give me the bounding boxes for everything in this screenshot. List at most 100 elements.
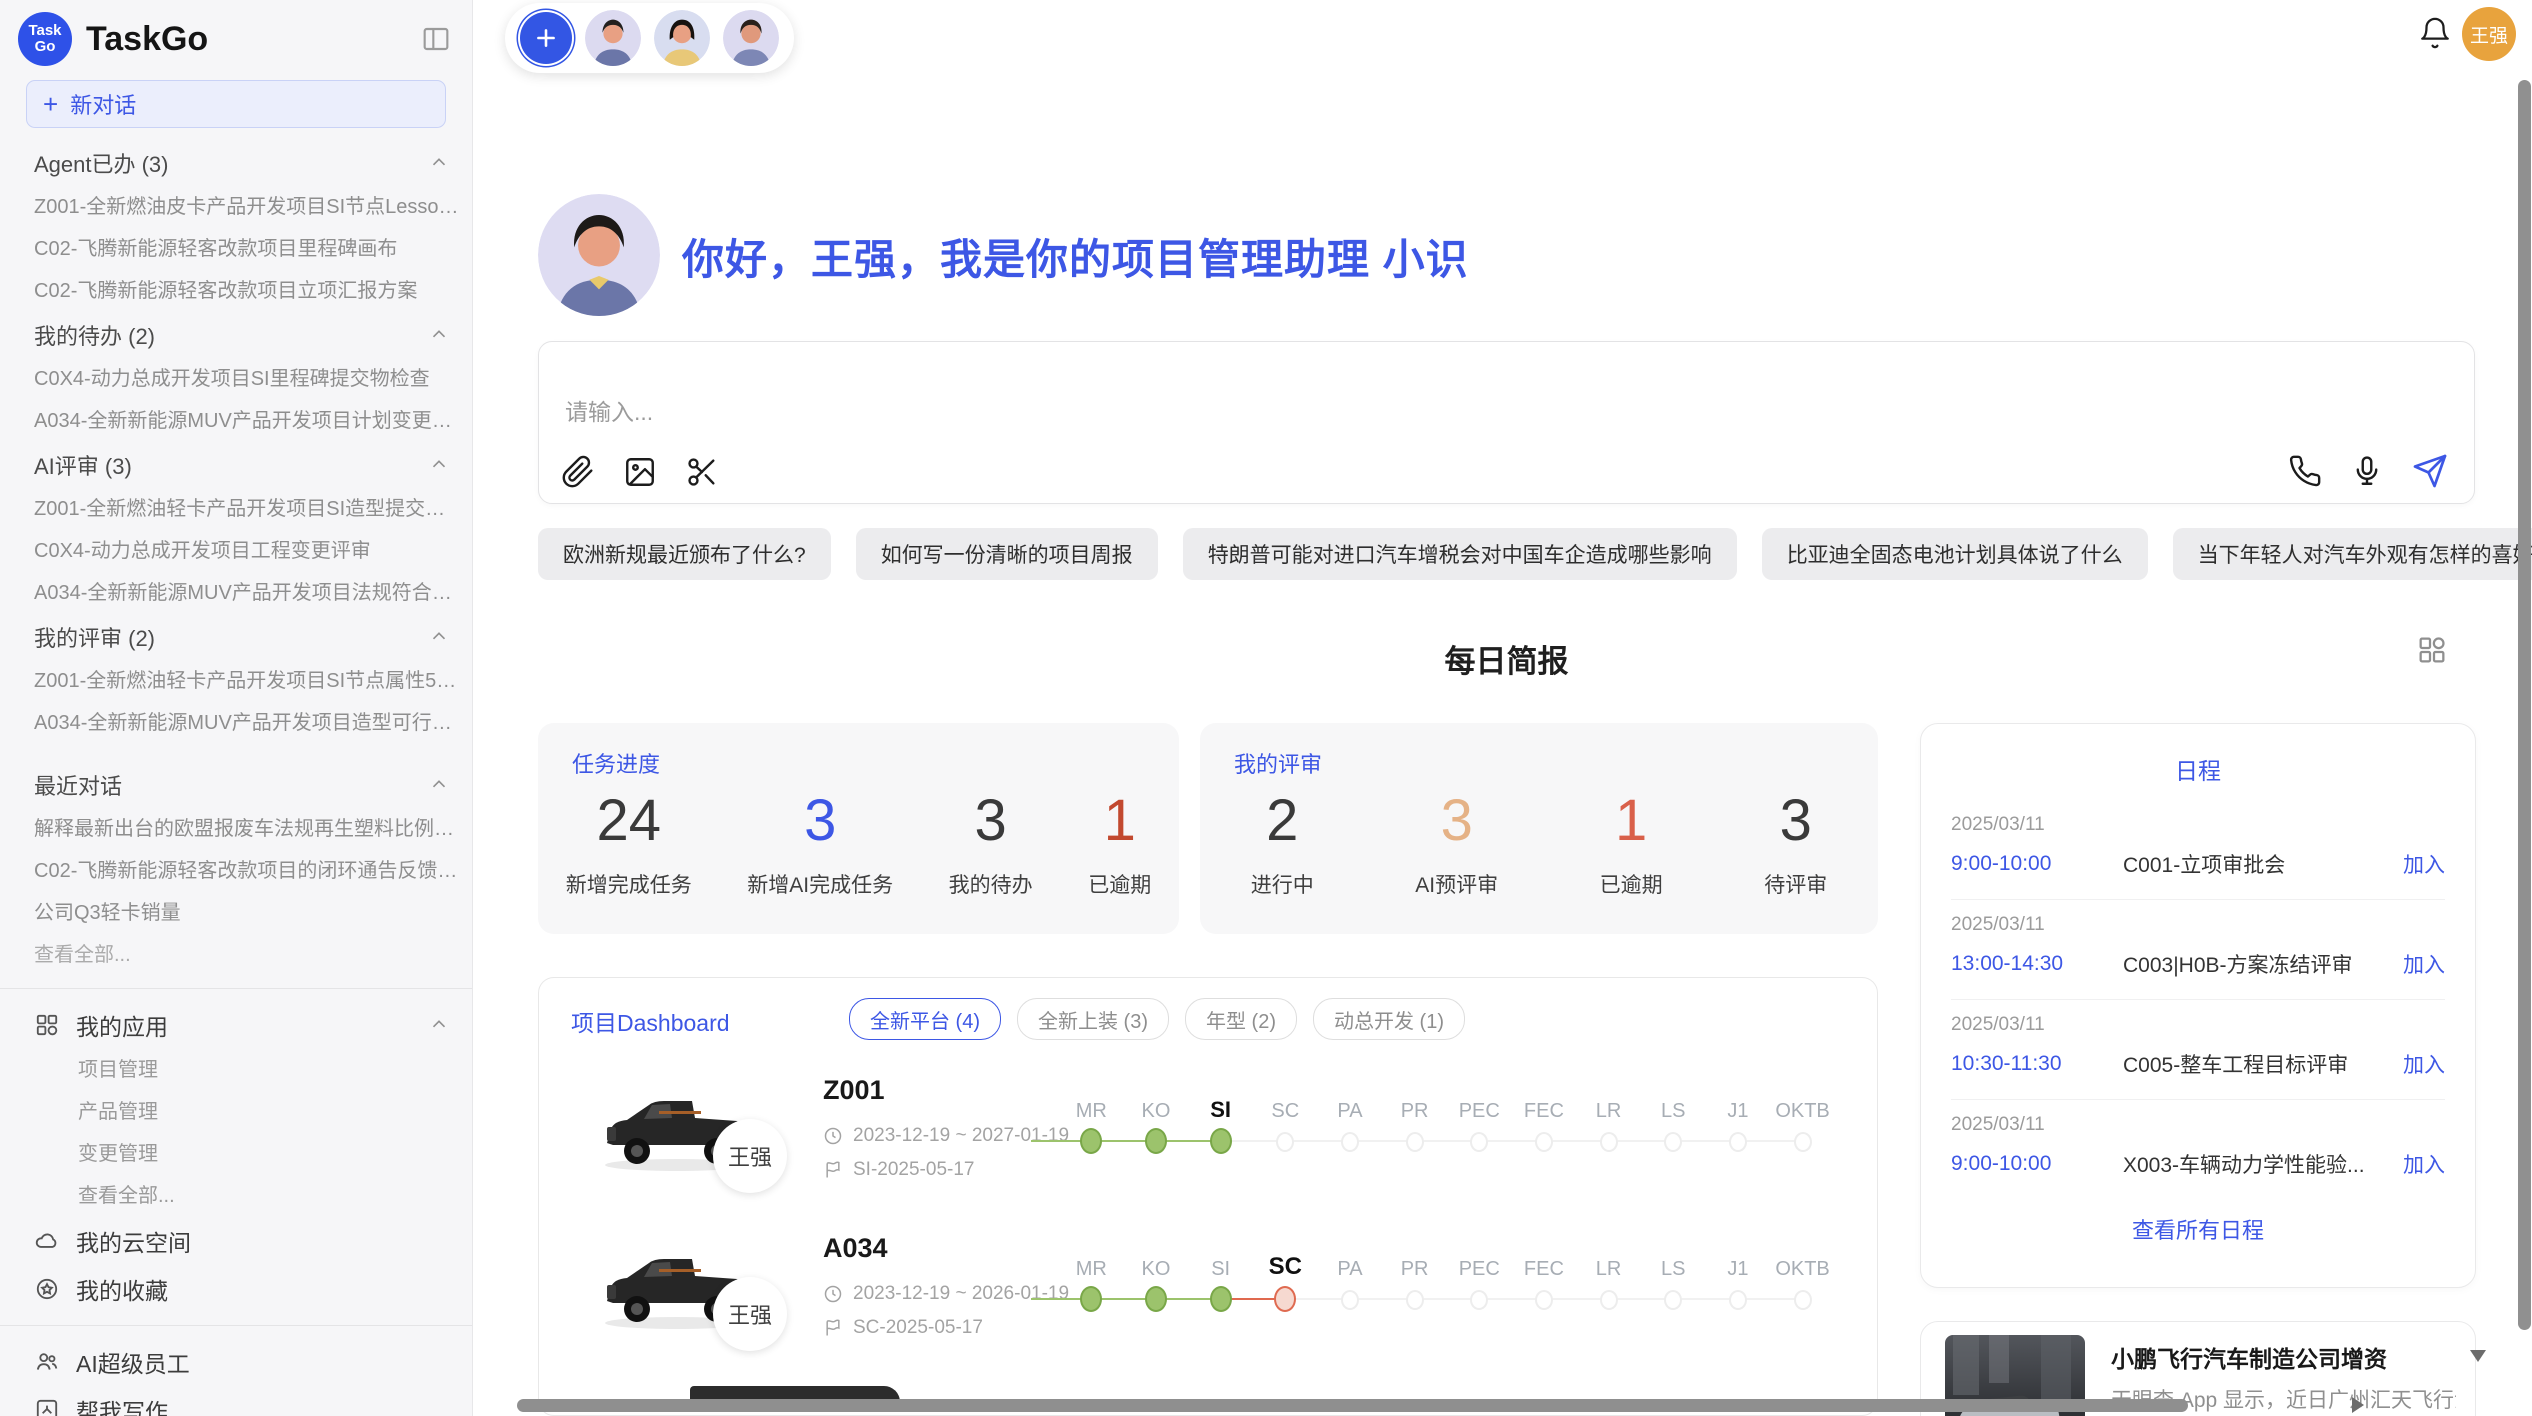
project-row-z001[interactable]: 王强 Z001 2023-12-19 ~ 2027-01-19 SI-2025-…	[539, 1073, 1878, 1231]
chevron-up-icon[interactable]	[428, 324, 450, 346]
suggestion-chip[interactable]: 比亚迪全固态电池计划具体说了什么	[1762, 528, 2148, 580]
section-header[interactable]: 最近对话	[34, 762, 472, 808]
sidebar-item[interactable]: Z001-全新燃油轻卡产品开发项目SI造型提交物评审	[34, 488, 472, 530]
milestone-dot-done	[1080, 1286, 1102, 1312]
milestone-dot	[1535, 1132, 1553, 1152]
sidebar-item[interactable]: Z001-全新燃油皮卡产品开发项目SI节点Lesson Learn报告	[34, 186, 472, 228]
join-link[interactable]: 加入	[2403, 949, 2445, 979]
section-header[interactable]: Agent已办 (3)	[34, 140, 472, 186]
join-link[interactable]: 加入	[2403, 1049, 2445, 1079]
section-header[interactable]: AI评审 (3)	[34, 442, 472, 488]
agent-avatar-1[interactable]	[585, 10, 641, 66]
suggestion-chip[interactable]: 当下年轻人对汽车外观有怎样的喜好趋势	[2173, 528, 2532, 580]
user-avatar[interactable]: 王强	[2462, 7, 2516, 61]
schedule-item: 2025/03/11 13:00-14:30 C003|H0B-方案冻结评审 加…	[1951, 900, 2445, 1000]
sidebar-collapse-icon[interactable]	[420, 23, 452, 55]
sidebar-item[interactable]: C0X4-动力总成开发项目SI里程碑提交物检查	[34, 358, 472, 400]
schedule-event-title: C001-立项审批会	[2123, 849, 2403, 879]
sidebar: Task Go TaskGo + 新对话 Agent已办 (3) Z001-全新…	[0, 0, 473, 1416]
chat-composer	[538, 341, 2475, 504]
app-link-change-mgmt[interactable]: 变更管理	[0, 1133, 472, 1175]
horizontal-scrollbar[interactable]	[517, 1399, 2188, 1412]
task-progress-card: 任务进度 24 新增完成任务 3 新增AI完成任务 3 我的待办 1 已逾期	[538, 723, 1179, 934]
recent-chat-item[interactable]: C02-飞腾新能源轻客改款项目的闭环通告反馈情况	[34, 850, 472, 892]
join-link[interactable]: 加入	[2403, 1149, 2445, 1179]
schedule-date: 2025/03/11	[1951, 1114, 2445, 1136]
current-milestone-label: SI	[1188, 1097, 1253, 1123]
layout-grid-icon[interactable]	[2416, 634, 2448, 666]
logo-text-top: Task	[28, 23, 61, 39]
milestone-dot-overdue	[1274, 1286, 1296, 1312]
project-dates: 2023-12-19 ~ 2027-01-19	[823, 1125, 1069, 1147]
sidebar-item-my-apps[interactable]: 我的应用	[0, 1001, 472, 1049]
sidebar-item[interactable]: C0X4-动力总成开发项目工程变更评审	[34, 530, 472, 572]
phone-icon[interactable]	[2288, 454, 2322, 488]
sidebar-item[interactable]: C02-飞腾新能源轻客改款项目立项汇报方案	[34, 270, 472, 312]
schedule-date: 2025/03/11	[1951, 1014, 2445, 1036]
sidebar-item[interactable]: Z001-全新燃油轻卡产品开发项目SI节点属性5D文件评审	[34, 660, 472, 702]
user-avatar-label: 王强	[2470, 21, 2508, 48]
sidebar-item[interactable]: A034-全新新能源MUV产品开发项目计划变更表编写	[34, 400, 472, 442]
mic-icon[interactable]	[2350, 454, 2384, 488]
vertical-scrollbar[interactable]	[2518, 80, 2531, 1330]
chat-input[interactable]	[563, 398, 1767, 427]
sidebar-item-cloud-space[interactable]: 我的云空间	[0, 1217, 472, 1265]
send-icon[interactable]	[2412, 453, 2448, 489]
milestone-dot	[1600, 1132, 1618, 1152]
sidebar-item-ai-super-staff[interactable]: AI超级员工	[0, 1338, 472, 1386]
image-icon[interactable]	[623, 455, 657, 489]
scroll-down-arrow-icon[interactable]	[2470, 1350, 2486, 1362]
chevron-up-icon[interactable]	[428, 774, 450, 796]
section-header[interactable]: 我的待办 (2)	[34, 312, 472, 358]
suggestion-chip[interactable]: 特朗普可能对进口汽车增税会对中国车企造成哪些影响	[1183, 528, 1737, 580]
chevron-up-icon[interactable]	[428, 454, 450, 476]
project-name: A034	[823, 1233, 888, 1264]
milestone-dot-done	[1080, 1128, 1102, 1154]
chevron-up-icon[interactable]	[428, 152, 450, 174]
sidebar-item-favorites[interactable]: 我的收藏	[0, 1265, 472, 1313]
section-header[interactable]: 我的评审 (2)	[34, 614, 472, 660]
write-icon	[34, 1397, 60, 1416]
recent-chat-item[interactable]: 公司Q3轻卡销量	[34, 892, 472, 934]
app-link-project-mgmt[interactable]: 项目管理	[0, 1049, 472, 1091]
agent-avatar-3[interactable]	[723, 10, 779, 66]
tab-new-platform[interactable]: 全新平台 (4)	[849, 998, 1001, 1040]
notifications-bell-icon[interactable]	[2418, 16, 2452, 50]
clock-icon	[823, 1284, 843, 1304]
milestone-dot	[1341, 1290, 1359, 1310]
tab-powertrain[interactable]: 动总开发 (1)	[1313, 998, 1465, 1040]
help-me-write-label: 帮我写作	[76, 1393, 168, 1416]
app-link-product-mgmt[interactable]: 产品管理	[0, 1091, 472, 1133]
milestone-dot	[1276, 1132, 1294, 1152]
tab-year-model[interactable]: 年型 (2)	[1185, 998, 1297, 1040]
add-agent-button[interactable]	[520, 12, 572, 64]
apps-view-all-link[interactable]: 查看全部...	[0, 1175, 472, 1217]
paperclip-icon[interactable]	[561, 455, 595, 489]
sidebar-item[interactable]: C02-飞腾新能源轻客改款项目里程碑画布	[34, 228, 472, 270]
stat-new-completed: 24 新增完成任务	[566, 789, 692, 899]
app-logo: Task Go	[18, 12, 72, 66]
schedule-time: 10:30-11:30	[1951, 1052, 2123, 1076]
new-chat-button[interactable]: + 新对话	[26, 80, 446, 128]
sidebar-section-ai-review: AI评审 (3) Z001-全新燃油轻卡产品开发项目SI造型提交物评审 C0X4…	[0, 442, 472, 614]
milestone-timeline: MR KO SI SC PA PR PEC FEC LR LS J1 OKTB	[1059, 1093, 1835, 1164]
recent-chat-item[interactable]: 解释最新出台的欧盟报废车法规再生塑料比例被调到15%...	[34, 808, 472, 850]
schedule-title: 日程	[1921, 752, 2475, 786]
sidebar-item-help-me-write[interactable]: 帮我写作	[0, 1386, 472, 1416]
agent-avatar-2[interactable]	[654, 10, 710, 66]
chevron-up-icon[interactable]	[428, 1014, 450, 1036]
suggestion-chip[interactable]: 欧洲新规最近颁布了什么?	[538, 528, 831, 580]
suggestion-chip[interactable]: 如何写一份清晰的项目周报	[856, 528, 1158, 580]
tab-new-body[interactable]: 全新上装 (3)	[1017, 998, 1169, 1040]
project-row-a034[interactable]: 王强 A034 2023-12-19 ~ 2026-01-19 SC-2025-…	[539, 1231, 1878, 1389]
app-window: Task Go TaskGo + 新对话 Agent已办 (3) Z001-全新…	[0, 0, 2532, 1416]
schedule-event-title: C003|H0B-方案冻结评审	[2123, 949, 2403, 979]
join-link[interactable]: 加入	[2403, 849, 2445, 879]
view-all-schedule-link[interactable]: 查看所有日程	[1921, 1213, 2475, 1245]
sidebar-item[interactable]: A034-全新新能源MUV产品开发项目法规符合性评审	[34, 572, 472, 614]
scroll-right-arrow-icon[interactable]	[2352, 1397, 2364, 1413]
sidebar-item[interactable]: A034-全新新能源MUV产品开发项目造型可行性评审	[34, 702, 472, 744]
recent-view-all-link[interactable]: 查看全部...	[34, 934, 472, 976]
scissors-icon[interactable]	[685, 455, 719, 489]
chevron-up-icon[interactable]	[428, 626, 450, 648]
